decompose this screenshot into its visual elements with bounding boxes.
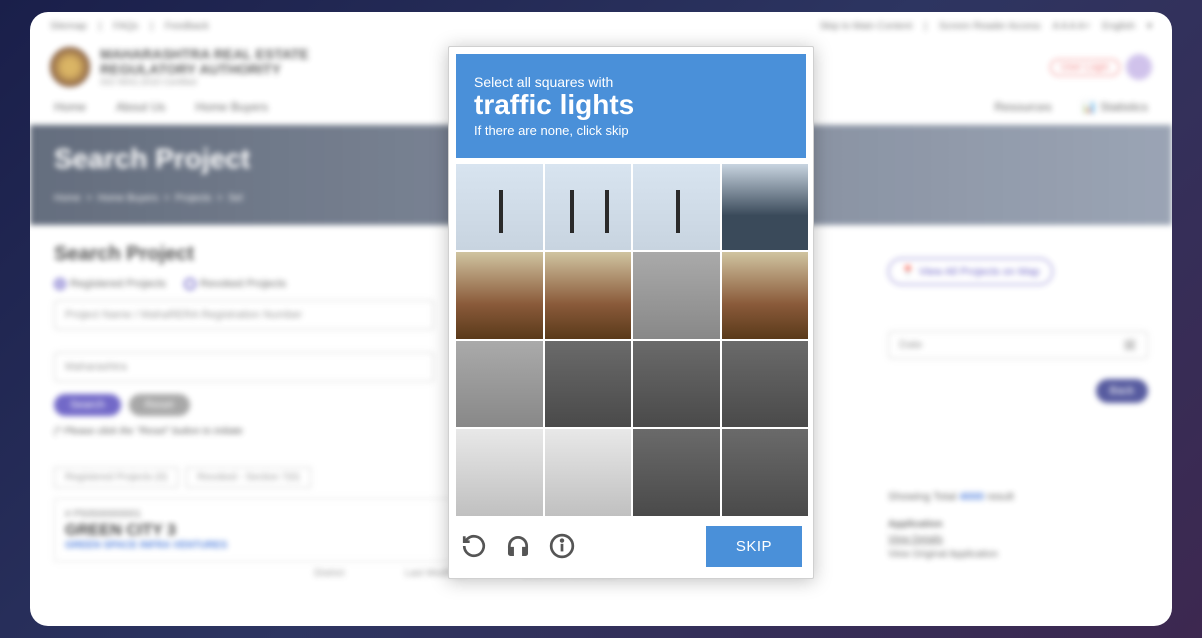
nav-home-buyers[interactable]: Home Buyers bbox=[195, 100, 268, 114]
refresh-icon[interactable] bbox=[460, 532, 488, 560]
tab-registered[interactable]: Registered Projects (0) bbox=[54, 467, 178, 488]
headphones-icon[interactable] bbox=[504, 532, 532, 560]
reader-access-link[interactable]: Screen Reader Access bbox=[939, 21, 1041, 32]
view-map-button[interactable]: 📍 View All Projects on Map bbox=[888, 258, 1053, 285]
captcha-tile-3[interactable] bbox=[633, 164, 720, 251]
nav-home[interactable]: Home bbox=[54, 100, 86, 114]
feedback-link[interactable]: Feedback bbox=[165, 21, 209, 32]
radio-revoked[interactable]: Revoked Projects bbox=[184, 278, 286, 290]
registration-number: # P50500000001 bbox=[65, 509, 443, 520]
faqs-link[interactable]: FAQs bbox=[113, 21, 138, 32]
logo-icon bbox=[50, 47, 90, 87]
org-subtitle: ISO 9001:2015 Certified bbox=[100, 77, 309, 87]
captcha-tile-14[interactable] bbox=[545, 429, 632, 516]
captcha-tile-15[interactable] bbox=[633, 429, 720, 516]
captcha-tile-8[interactable] bbox=[722, 252, 809, 339]
application-box: Application View Details View Original A… bbox=[888, 517, 1148, 562]
captcha-tile-10[interactable] bbox=[545, 341, 632, 428]
nav-statistics[interactable]: 📊 Statistics bbox=[1082, 100, 1148, 114]
captcha-tile-9[interactable] bbox=[456, 341, 543, 428]
date-input[interactable]: Date 🗓 bbox=[888, 331, 1148, 359]
captcha-tile-16[interactable] bbox=[722, 429, 809, 516]
captcha-tile-1[interactable] bbox=[456, 164, 543, 251]
back-button[interactable]: Back bbox=[1096, 379, 1148, 403]
nav-resources[interactable]: Resources bbox=[994, 100, 1051, 114]
captcha-instruction-line2: If there are none, click skip bbox=[474, 123, 788, 138]
result-count: Showing Total 4000 result bbox=[888, 491, 1148, 503]
search-button[interactable]: Search bbox=[54, 394, 121, 416]
reset-button[interactable]: Reset bbox=[129, 394, 190, 416]
tab-revoked[interactable]: Revoked - Section 7(0) bbox=[186, 467, 310, 488]
user-login-button[interactable]: User Login bbox=[1050, 59, 1120, 76]
skip-link[interactable]: Skip to Main Content bbox=[819, 21, 912, 32]
developer-name: GREEN SPACE INFRA VENTURES bbox=[65, 540, 443, 551]
right-column: 📍 View All Projects on Map Date 🗓 Back S… bbox=[888, 258, 1148, 562]
captcha-tile-7[interactable] bbox=[633, 252, 720, 339]
map-pin-icon: 📍 bbox=[901, 265, 915, 278]
view-details-link[interactable]: View Details bbox=[888, 532, 1148, 547]
result-card[interactable]: # P50500000001 GREEN CITY 3 GREEN SPACE … bbox=[54, 498, 454, 562]
sitemap-link[interactable]: Sitemap bbox=[50, 21, 87, 32]
captcha-instruction-line1: Select all squares with bbox=[474, 74, 788, 90]
captcha-tile-11[interactable] bbox=[633, 341, 720, 428]
calendar-icon: 🗓 bbox=[1123, 339, 1137, 352]
captcha-tile-13[interactable] bbox=[456, 429, 543, 516]
captcha-target: traffic lights bbox=[474, 90, 788, 121]
top-utility-bar: Sitemap | FAQs | Feedback Skip to Main C… bbox=[30, 12, 1172, 40]
language-select[interactable]: English bbox=[1102, 21, 1135, 32]
skip-button[interactable]: SKIP bbox=[706, 526, 802, 567]
captcha-grid bbox=[456, 164, 808, 516]
nav-about[interactable]: About Us bbox=[116, 100, 165, 114]
captcha-tile-6[interactable] bbox=[545, 252, 632, 339]
location-input[interactable]: Maharashtra bbox=[54, 352, 434, 382]
captcha-tile-2[interactable] bbox=[545, 164, 632, 251]
captcha-footer: SKIP bbox=[456, 516, 806, 571]
project-name: GREEN CITY 3 bbox=[65, 522, 443, 540]
font-controls[interactable]: A A A A+ bbox=[1053, 21, 1091, 32]
captcha-header: Select all squares with traffic lights I… bbox=[456, 54, 806, 158]
label-district: District bbox=[314, 568, 345, 579]
avatar-icon[interactable] bbox=[1126, 54, 1152, 80]
info-icon[interactable] bbox=[548, 532, 576, 560]
captcha-tile-12[interactable] bbox=[722, 341, 809, 428]
captcha-tile-5[interactable] bbox=[456, 252, 543, 339]
recaptcha-challenge: Select all squares with traffic lights I… bbox=[448, 46, 814, 579]
captcha-tile-4[interactable] bbox=[722, 164, 809, 251]
view-original-link[interactable]: View Original Application bbox=[888, 547, 1148, 562]
radio-registered[interactable]: Registered Projects bbox=[54, 278, 166, 290]
org-name: MAHARASHTRA REAL ESTATE REGULATORY AUTHO… bbox=[100, 47, 309, 78]
project-name-input[interactable]: Project Name / MahaRERA Registration Num… bbox=[54, 300, 434, 330]
